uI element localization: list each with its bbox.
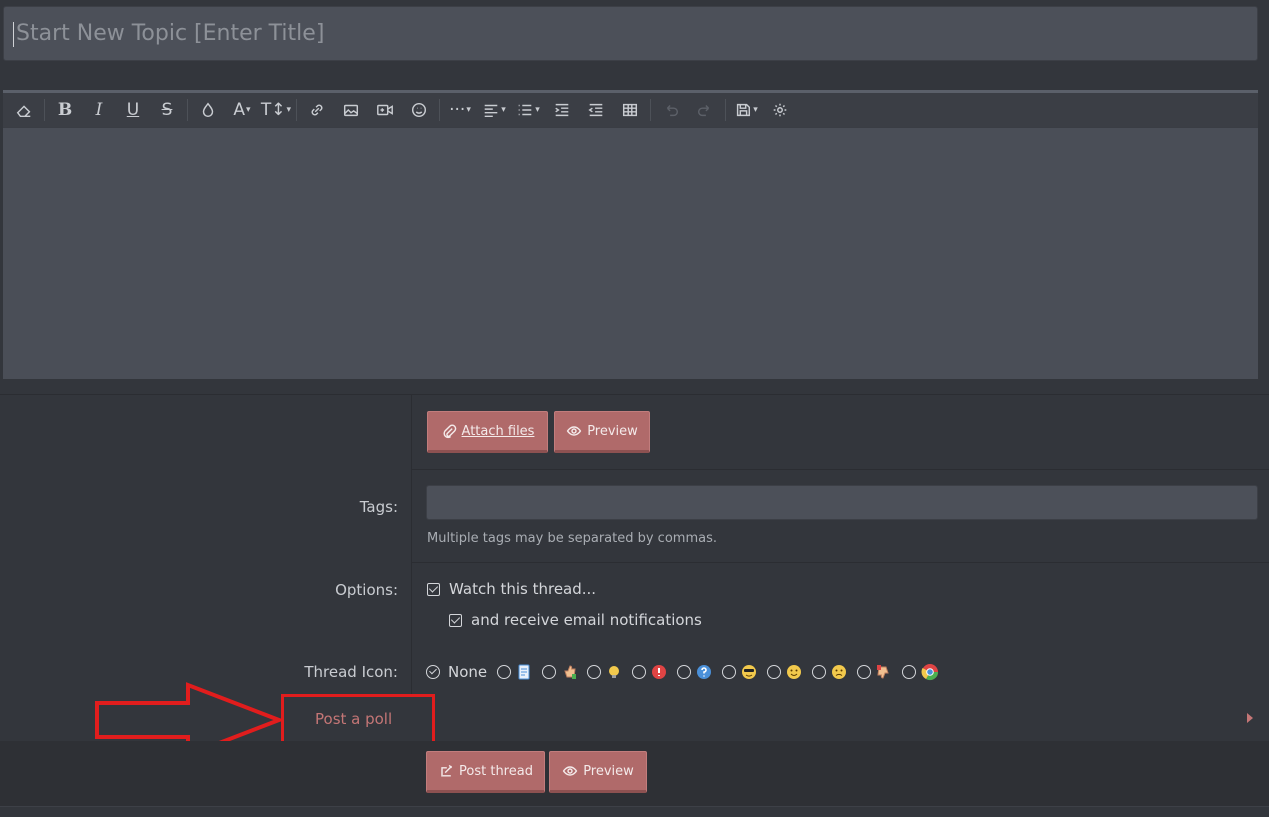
annotation-highlight-box bbox=[281, 694, 435, 745]
drafts-icon[interactable]: ▾ bbox=[729, 96, 763, 124]
radio-icon[interactable] bbox=[587, 665, 602, 679]
indent-icon[interactable] bbox=[545, 96, 579, 124]
toolbar-separator bbox=[187, 99, 188, 121]
image-icon[interactable] bbox=[334, 96, 368, 124]
thread-icon-option-none[interactable]: None bbox=[426, 663, 487, 681]
table-icon[interactable] bbox=[613, 96, 647, 124]
sad-face-icon bbox=[832, 665, 847, 679]
toolbar-separator bbox=[44, 99, 45, 121]
preview-label: Preview bbox=[587, 423, 638, 439]
thread-icon-option[interactable] bbox=[767, 664, 802, 680]
thread-icon-option[interactable] bbox=[902, 663, 939, 681]
radio-icon[interactable] bbox=[677, 665, 692, 679]
thread-icon-option[interactable] bbox=[857, 664, 892, 680]
toolbar-separator bbox=[296, 99, 297, 121]
bold-icon[interactable]: B bbox=[48, 96, 82, 124]
undo-icon[interactable] bbox=[654, 96, 688, 124]
thread-icon-option[interactable] bbox=[722, 664, 757, 680]
eye-icon bbox=[566, 426, 582, 436]
exclamation-icon bbox=[652, 665, 667, 679]
editor-content-area[interactable] bbox=[3, 128, 1258, 379]
attach-files-label: Attach files bbox=[461, 423, 535, 439]
form-column-divider bbox=[411, 394, 412, 697]
checkbox-checked-icon[interactable] bbox=[427, 582, 440, 596]
outdent-icon[interactable] bbox=[579, 96, 613, 124]
underline-icon[interactable]: U bbox=[116, 96, 150, 124]
redo-icon[interactable] bbox=[688, 96, 722, 124]
form-divider bbox=[411, 562, 1269, 563]
form-divider bbox=[0, 394, 1269, 395]
post-thread-button[interactable]: Post thread bbox=[426, 751, 545, 793]
rich-text-editor[interactable]: B I U S A ▾ T↕ ▾ ··· ▾ ▾ ▾ ▾ bbox=[3, 90, 1258, 379]
list-icon[interactable]: ▾ bbox=[511, 96, 545, 124]
eye-icon bbox=[562, 766, 578, 776]
radio-icon[interactable] bbox=[497, 665, 512, 679]
document-icon bbox=[518, 664, 530, 680]
preview-button[interactable]: Preview bbox=[554, 411, 650, 453]
italic-icon[interactable]: I bbox=[82, 96, 116, 124]
form-divider bbox=[411, 469, 1269, 470]
tags-label: Tags: bbox=[359, 498, 398, 516]
emoji-icon[interactable] bbox=[402, 96, 436, 124]
font-size-icon[interactable]: A ▾ bbox=[225, 96, 259, 124]
more-icon[interactable]: ··· ▾ bbox=[443, 96, 477, 124]
thread-icon-option[interactable] bbox=[497, 664, 532, 680]
radio-icon[interactable] bbox=[812, 665, 827, 679]
preview-button-bottom[interactable]: Preview bbox=[549, 751, 647, 793]
text-caret bbox=[13, 22, 14, 47]
paperclip-icon bbox=[443, 424, 456, 439]
color-icon[interactable] bbox=[191, 96, 225, 124]
strikethrough-icon[interactable]: S bbox=[150, 96, 184, 124]
thread-icon-options: None bbox=[426, 661, 949, 683]
options-label: Options: bbox=[335, 581, 398, 599]
radio-icon[interactable] bbox=[722, 665, 737, 679]
tags-input[interactable] bbox=[426, 485, 1258, 520]
watch-thread-checkbox[interactable]: Watch this thread... bbox=[427, 580, 596, 598]
thread-icon-option[interactable] bbox=[812, 664, 847, 680]
post-thread-label: Post thread bbox=[459, 763, 533, 779]
align-icon[interactable]: ▾ bbox=[477, 96, 511, 124]
toolbar-separator bbox=[439, 99, 440, 121]
question-icon bbox=[697, 665, 712, 679]
thread-icon-option[interactable] bbox=[632, 664, 667, 680]
attach-files-button[interactable]: Attach files bbox=[427, 411, 548, 453]
preview-label: Preview bbox=[583, 763, 634, 779]
thread-icon-option[interactable] bbox=[587, 664, 622, 680]
toolbar-separator bbox=[725, 99, 726, 121]
text-size-icon[interactable]: T↕ ▾ bbox=[259, 96, 293, 124]
radio-icon[interactable] bbox=[767, 665, 782, 679]
radio-checked-icon[interactable] bbox=[426, 665, 440, 679]
toolbar-separator bbox=[650, 99, 651, 121]
expand-arrow-icon[interactable] bbox=[1247, 713, 1253, 723]
settings-icon[interactable] bbox=[763, 96, 797, 124]
edit-icon bbox=[441, 764, 453, 777]
checkbox-checked-icon[interactable] bbox=[449, 613, 462, 627]
email-notifications-label: and receive email notifications bbox=[471, 611, 702, 629]
lightbulb-icon bbox=[609, 666, 620, 678]
tags-hint: Multiple tags may be separated by commas… bbox=[427, 531, 717, 546]
radio-icon[interactable] bbox=[857, 665, 872, 679]
eraser-icon[interactable] bbox=[7, 96, 41, 124]
video-icon[interactable] bbox=[368, 96, 402, 124]
link-icon[interactable] bbox=[300, 96, 334, 124]
title-input[interactable] bbox=[3, 6, 1258, 61]
radio-icon[interactable] bbox=[542, 665, 557, 679]
thread-icon-option[interactable] bbox=[542, 664, 577, 680]
chrome-icon bbox=[921, 664, 939, 681]
thread-icon-option[interactable] bbox=[677, 664, 712, 680]
radio-icon[interactable] bbox=[632, 665, 647, 679]
radio-icon[interactable] bbox=[902, 665, 917, 679]
smile-face-icon bbox=[787, 665, 802, 679]
editor-toolbar: B I U S A ▾ T↕ ▾ ··· ▾ ▾ ▾ ▾ bbox=[3, 93, 1258, 128]
none-label: None bbox=[448, 663, 488, 681]
thumbs-up-icon bbox=[564, 665, 577, 679]
watch-thread-label: Watch this thread... bbox=[449, 580, 597, 598]
thumbs-down-icon bbox=[877, 665, 889, 679]
thread-icon-label: Thread Icon: bbox=[304, 663, 398, 681]
email-notifications-checkbox[interactable]: and receive email notifications bbox=[449, 611, 702, 629]
cool-face-icon bbox=[742, 665, 757, 679]
page-footer-strip bbox=[0, 806, 1269, 817]
